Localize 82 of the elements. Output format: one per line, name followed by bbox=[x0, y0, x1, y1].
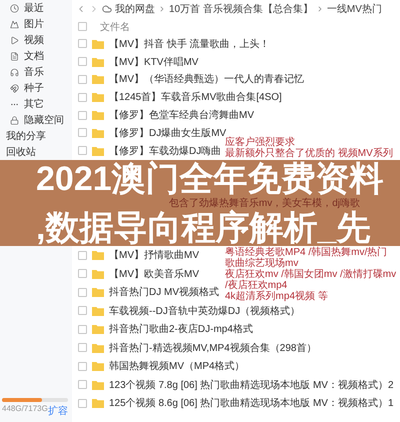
folder-name[interactable]: 【修罗】车载劲爆DJ嗨曲 bbox=[109, 144, 222, 158]
checkbox[interactable] bbox=[78, 288, 87, 297]
banner-headline: ,数据导向程序解析_先 bbox=[36, 210, 372, 246]
promo-text: 最新额外只整合了优质的 视频MV系列 bbox=[225, 148, 394, 159]
sidebar-item[interactable]: 回收站 bbox=[0, 144, 72, 160]
checkbox[interactable] bbox=[78, 92, 87, 102]
folder-name[interactable]: 【MV】（华语经典甄选）一代人的青春记忆 bbox=[109, 72, 304, 86]
folder-icon bbox=[92, 250, 104, 260]
folder-name[interactable]: 【修罗】DJ爆曲女生版MV bbox=[109, 126, 226, 140]
folder-icon bbox=[92, 398, 104, 408]
banner-headline: 2021澳门全年免费资料 bbox=[36, 160, 385, 196]
checkbox[interactable] bbox=[78, 22, 87, 31]
checkbox[interactable] bbox=[78, 306, 87, 316]
checkbox[interactable] bbox=[78, 57, 87, 66]
folder-name[interactable]: 123个视频 7.8g [06] 热门歌曲精选现场本地版 MV：视频格式）2 bbox=[109, 378, 394, 392]
cloud-icon[interactable] bbox=[102, 4, 112, 14]
sidebar-item[interactable]: 种子 bbox=[0, 80, 72, 96]
headphones-icon bbox=[10, 68, 19, 76]
folder-icon bbox=[92, 380, 104, 390]
upgrade-link[interactable]: 扩容 bbox=[48, 404, 68, 418]
checkbox[interactable] bbox=[78, 110, 87, 120]
folder-icon bbox=[92, 268, 104, 279]
folder-name[interactable]: 【修罗】色堂车经典台湾舞曲MV bbox=[109, 108, 254, 122]
sidebar-item[interactable]: 隐藏空间 bbox=[0, 112, 72, 128]
folder-icon bbox=[92, 146, 104, 156]
folder-name[interactable]: 车载视频--DJ音轨中英劲爆DJ（视频格式） bbox=[109, 304, 300, 318]
checkbox[interactable] bbox=[78, 146, 87, 156]
breadcrumb-link[interactable]: 我的网盘 bbox=[115, 2, 155, 16]
promo-text: 4k超清系列mp4视频 等 bbox=[225, 291, 329, 302]
play-icon bbox=[10, 36, 19, 44]
checkbox[interactable] bbox=[78, 269, 87, 278]
folder-icon bbox=[92, 92, 104, 102]
sidebar-item[interactable]: 视频 bbox=[0, 32, 72, 48]
clock-icon bbox=[10, 4, 19, 12]
folder-name[interactable]: 抖音热门歌曲2-夜店DJ-mp4格式 bbox=[109, 322, 253, 336]
folder-icon bbox=[92, 287, 104, 298]
folder-name[interactable]: 【MV】抒情歌曲MV bbox=[109, 248, 199, 262]
checkbox[interactable] bbox=[78, 39, 87, 48]
folder-icon bbox=[92, 306, 104, 316]
column-header: 文件名 bbox=[100, 20, 130, 34]
checkbox[interactable] bbox=[78, 250, 87, 260]
folder-name[interactable]: 【MV】抖音 快手 流量歌曲，上头！ bbox=[109, 36, 270, 51]
folder-icon bbox=[92, 38, 104, 49]
folder-icon bbox=[92, 324, 104, 334]
folder-icon bbox=[92, 110, 104, 120]
chevron-icon bbox=[158, 5, 166, 13]
storage-usage: 448G/7173G bbox=[2, 404, 48, 415]
promo-text: 应客户强烈要求 bbox=[225, 137, 296, 148]
sidebar-item[interactable]: 音乐 bbox=[0, 64, 72, 80]
mountain-icon bbox=[10, 20, 19, 28]
checkbox[interactable] bbox=[78, 74, 87, 84]
folder-icon bbox=[92, 74, 104, 84]
checkbox[interactable] bbox=[78, 343, 87, 352]
breadcrumb-link[interactable]: 一线MV热门 bbox=[326, 2, 382, 16]
folder-name[interactable]: 抖音热门-精选视频MV,MP4视频合集（298首） bbox=[109, 340, 316, 355]
promo-text: 夜店狂欢mv /韩国女团mv /激情打碟mv /夜店狂欢mp4 bbox=[225, 269, 397, 291]
folder-name[interactable]: 抖音热门DJ MV视频格式 bbox=[109, 285, 219, 300]
breadcrumb-link[interactable]: 10万首 音乐视频合集【总合集】 bbox=[169, 2, 313, 16]
folder-name[interactable]: 韩国热舞视频MV（MP4格式） bbox=[109, 359, 245, 374]
checkbox[interactable] bbox=[78, 398, 87, 408]
folder-icon bbox=[92, 342, 104, 353]
folder-icon bbox=[92, 361, 104, 372]
promo-text: 粤语经典老歌MP4 /韩国热舞mv/热门歌曲综艺现场mv bbox=[225, 247, 388, 269]
folder-icon bbox=[92, 128, 104, 138]
folder-name[interactable]: 125个视频 8.6g [06] 热门歌曲精选现场本地版 MV：视频格式）1 bbox=[109, 396, 394, 410]
checkbox[interactable] bbox=[78, 128, 87, 138]
sidebar-item[interactable]: 其它 bbox=[0, 96, 72, 112]
document-icon bbox=[10, 52, 19, 60]
checkbox[interactable] bbox=[78, 380, 87, 390]
folder-icon bbox=[92, 56, 104, 67]
checkbox[interactable] bbox=[78, 324, 87, 334]
lock-icon bbox=[10, 116, 19, 124]
sidebar-item[interactable]: 图片 bbox=[0, 16, 72, 32]
folder-name[interactable]: 【1245首】车载音乐MV歌曲合集[4SO] bbox=[109, 90, 282, 104]
checkbox[interactable] bbox=[78, 362, 87, 371]
sidebar-item[interactable]: 文档 bbox=[0, 48, 72, 64]
folder-name[interactable]: 【MV】欧美音乐MV bbox=[109, 266, 199, 281]
sidebar-item[interactable]: 我的分享 bbox=[0, 128, 72, 144]
sidebar-item[interactable]: 最近 bbox=[0, 0, 72, 16]
promo-text: 包含了劲爆热舞音乐mv，美女车模，dj嗨歌 bbox=[168, 196, 360, 210]
magnet-icon bbox=[10, 84, 19, 92]
folder-name[interactable]: 【MV】KTV伴唱MV bbox=[109, 54, 198, 69]
